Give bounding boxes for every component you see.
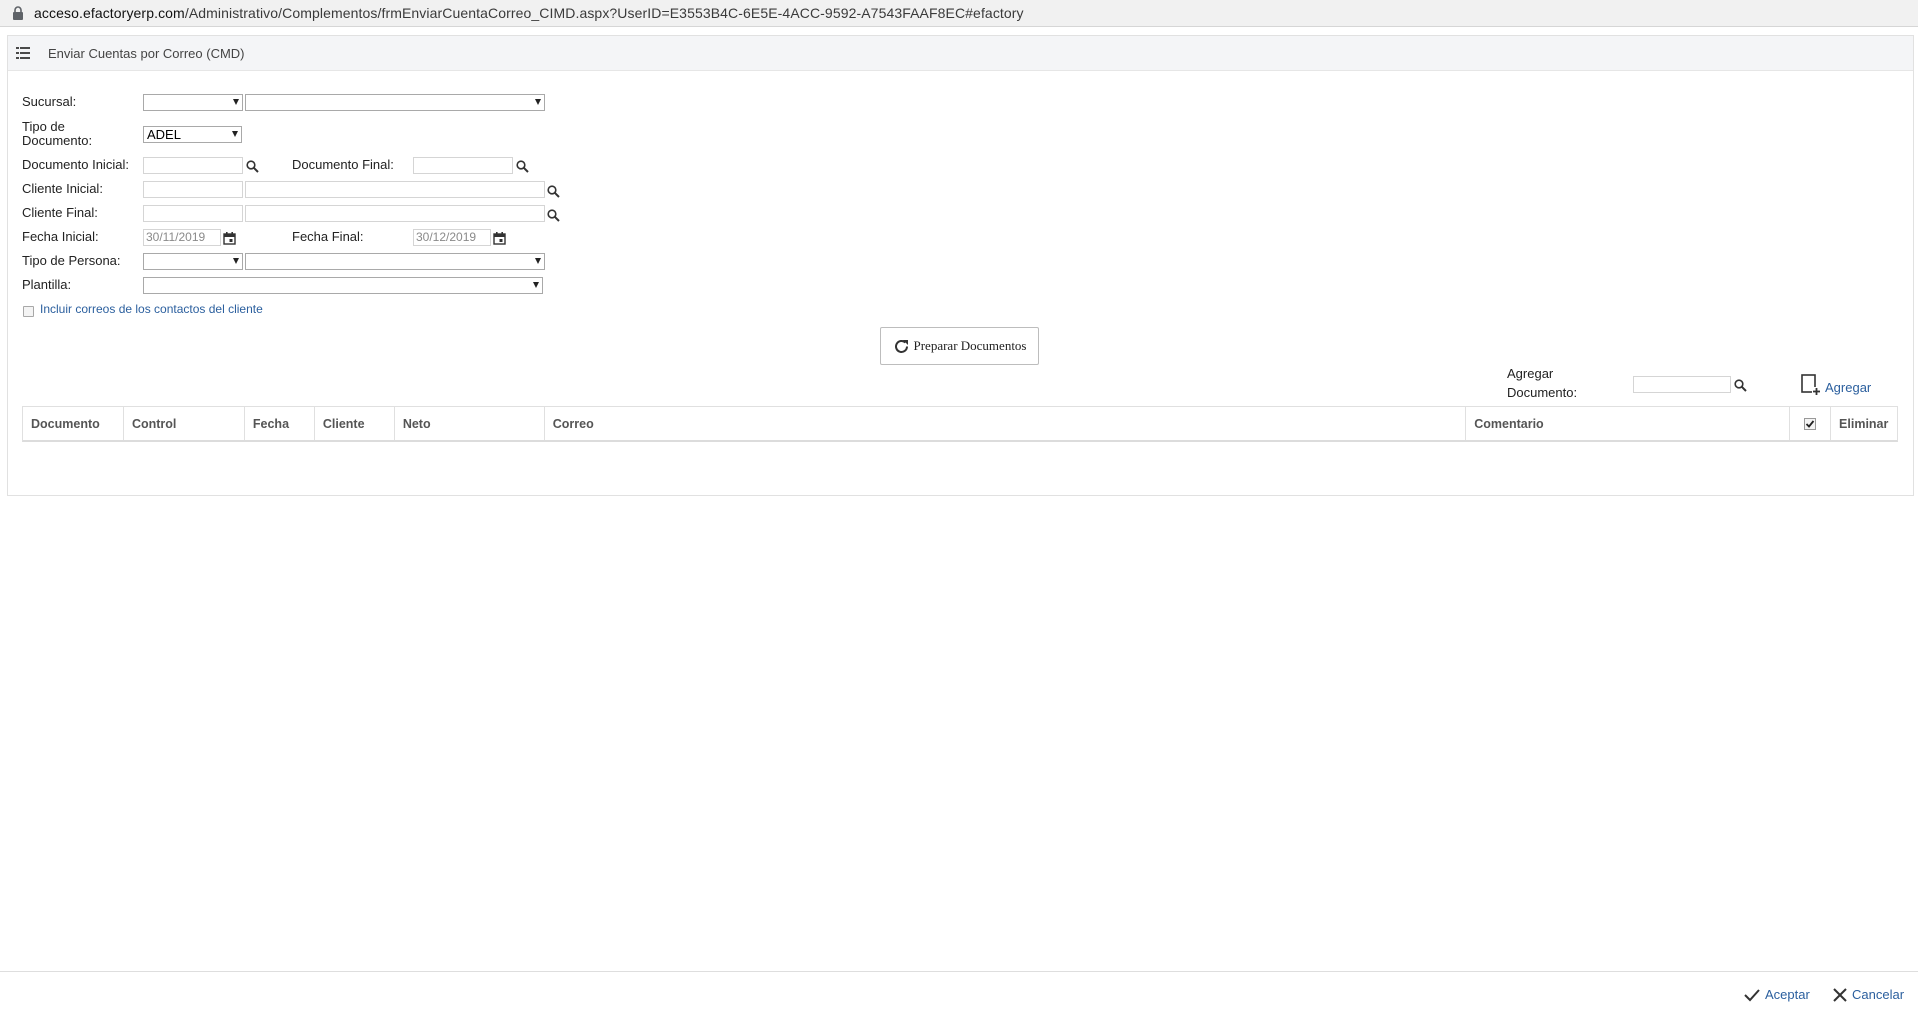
page-title: Enviar Cuentas por Correo (CMD)	[48, 46, 245, 61]
fecha-final-input[interactable]: 30/12/2019	[413, 229, 491, 246]
cliente-final-search-button[interactable]	[546, 208, 560, 222]
lock-icon	[13, 6, 23, 20]
sucursal-code-select[interactable]	[143, 94, 243, 111]
incluir-correos-checkbox[interactable]	[23, 306, 34, 317]
fecha-inicial-calendar-button[interactable]	[222, 231, 236, 245]
documento-inicial-search-button[interactable]	[245, 159, 259, 173]
agregar-documento-input[interactable]	[1633, 376, 1731, 393]
chevron-down-icon	[533, 282, 539, 288]
cliente-inicial-label: Cliente Inicial:	[22, 181, 103, 196]
plantilla-select[interactable]	[143, 277, 543, 294]
documento-inicial-input[interactable]	[143, 157, 243, 174]
column-header-cliente[interactable]: Cliente	[315, 407, 395, 440]
checkmark-icon	[1744, 988, 1760, 1001]
tipo-documento-label-line1: Tipo de	[22, 119, 65, 134]
plantilla-label: Plantilla:	[22, 277, 72, 292]
magnifier-icon	[546, 208, 560, 222]
address-bar[interactable]: acceso.efactoryerp.com/Administrativo/Co…	[0, 0, 1918, 27]
cliente-final-label: Cliente Final:	[22, 205, 98, 220]
cliente-final-code-input[interactable]	[143, 205, 243, 222]
url-text: acceso.efactoryerp.com/Administrativo/Co…	[34, 5, 1024, 21]
agregar-documento-label-line2: Documento:	[1507, 385, 1578, 400]
add-document-icon	[1801, 374, 1821, 396]
magnifier-icon	[1733, 378, 1747, 392]
column-header-correo[interactable]: Correo	[545, 407, 1467, 440]
tipo-documento-select[interactable]: ADEL	[143, 126, 242, 143]
chevron-down-icon	[232, 131, 238, 137]
agregar-documento-search-button[interactable]	[1733, 378, 1747, 392]
calendar-icon	[492, 231, 506, 245]
preparar-documentos-label: Preparar Documentos	[913, 338, 1027, 353]
magnifier-icon	[245, 159, 259, 173]
fecha-final-calendar-button[interactable]	[492, 231, 506, 245]
column-header-documento[interactable]: Documento	[23, 407, 124, 440]
magnifier-icon	[515, 159, 529, 173]
magnifier-icon	[546, 184, 560, 198]
tipo-persona-code-select[interactable]	[143, 253, 243, 270]
fecha-inicial-input[interactable]: 30/11/2019	[143, 229, 221, 246]
column-header-control[interactable]: Control	[124, 407, 245, 440]
chevron-down-icon	[535, 258, 541, 264]
tipo-persona-label: Tipo de Persona:	[22, 253, 121, 268]
aceptar-label: Aceptar	[1765, 987, 1810, 1002]
agregar-label: Agregar	[1825, 379, 1872, 395]
column-header-fecha[interactable]: Fecha	[245, 407, 315, 440]
documents-table-header: Documento Control Fecha Cliente Neto Cor…	[22, 406, 1898, 442]
documento-inicial-label: Documento Inicial:	[22, 157, 129, 172]
chevron-down-icon	[535, 99, 541, 105]
cancelar-button[interactable]: Cancelar	[1833, 987, 1904, 1002]
agregar-documento-label-line1: Agregar	[1507, 366, 1554, 381]
cancelar-label: Cancelar	[1852, 987, 1905, 1002]
cliente-inicial-code-input[interactable]	[143, 181, 243, 198]
cliente-inicial-search-button[interactable]	[546, 184, 560, 198]
footer-bar: Aceptar Cancelar	[0, 971, 1918, 1014]
column-header-neto[interactable]: Neto	[395, 407, 545, 440]
calendar-icon	[222, 231, 236, 245]
panel-header: Enviar Cuentas por Correo (CMD)	[8, 36, 1913, 71]
chevron-down-icon	[233, 258, 239, 264]
checkbox-checked-icon	[1804, 417, 1817, 430]
list-icon	[16, 47, 30, 59]
x-icon	[1833, 987, 1847, 1002]
column-header-select-all[interactable]	[1790, 407, 1832, 440]
menu-toggle-button[interactable]	[8, 36, 38, 70]
aceptar-button[interactable]: Aceptar	[1744, 987, 1810, 1002]
cliente-inicial-name-input[interactable]	[245, 181, 545, 198]
documento-final-search-button[interactable]	[515, 159, 529, 173]
fecha-inicial-label: Fecha Inicial:	[22, 229, 99, 244]
agregar-button[interactable]: Agregar	[1801, 374, 1871, 396]
preparar-documentos-button[interactable]: Preparar Documentos	[880, 327, 1039, 365]
refresh-icon	[894, 339, 908, 353]
chevron-down-icon	[233, 99, 239, 105]
column-header-eliminar[interactable]: Eliminar	[1831, 407, 1897, 440]
documento-final-input[interactable]	[413, 157, 513, 174]
incluir-correos-label[interactable]: Incluir correos de los contactos del cli…	[40, 302, 263, 316]
column-header-comentario[interactable]: Comentario	[1466, 407, 1791, 440]
sucursal-label: Sucursal:	[22, 94, 77, 109]
tipo-documento-label-line2: Documento:	[22, 133, 93, 148]
cliente-final-name-input[interactable]	[245, 205, 545, 222]
sucursal-name-select[interactable]	[245, 94, 545, 111]
tipo-persona-name-select[interactable]	[245, 253, 545, 270]
documento-final-label: Documento Final:	[292, 157, 394, 172]
fecha-final-label: Fecha Final:	[292, 229, 364, 244]
